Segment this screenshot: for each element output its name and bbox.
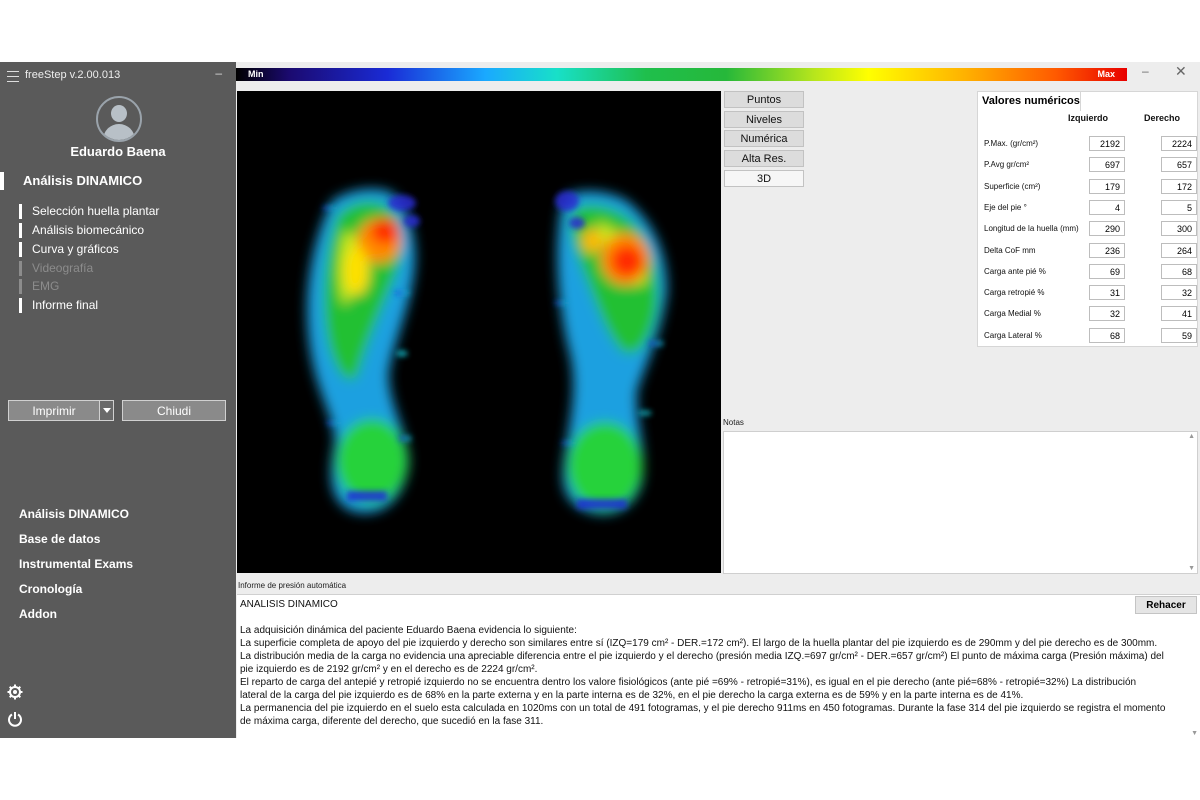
value-left-field[interactable]: 69 [1089,264,1125,279]
report-line: ANALISIS DINAMICO [240,599,338,610]
numeric-values-panel: Valores numéricos Izquierdo Derecho P.Ma… [977,91,1198,347]
app-window: freeStep v.2.00.013 – Eduardo Baena Anál… [0,62,1200,738]
value-row-label: Longitud de la huella (mm) [984,224,1079,233]
value-left-field[interactable]: 236 [1089,243,1125,258]
value-row-label: Delta CoF mm [984,246,1036,255]
notes-textarea[interactable]: ▲ ▼ [723,431,1198,574]
value-right-field[interactable]: 300 [1161,221,1197,236]
power-icon[interactable] [7,711,23,727]
value-row-label: Eje del pie ° [984,203,1027,212]
window-close-button[interactable]: ✕ [1175,63,1187,80]
value-left-field[interactable]: 4 [1089,200,1125,215]
nav-analisis-dinamico[interactable]: Análisis DINAMICO [19,507,129,521]
sidebar-item-analisis-biomecanico[interactable]: Análisis biomecánico [19,223,219,238]
sidebar-item-informe-final[interactable]: Informe final [19,298,219,313]
value-row-label: Carga ante pié % [984,267,1046,276]
left-foot-pressure-map [307,189,420,513]
report-line: El reparto de carga del antepié y retrop… [240,677,1137,688]
value-right-field[interactable]: 172 [1161,179,1197,194]
value-right-field[interactable]: 68 [1161,264,1197,279]
report-scroll-down-icon[interactable]: ▼ [1191,730,1198,737]
value-row-label: Superficie (cm²) [984,182,1041,191]
report-line: pie izquierdo es de 2192 gr/cm² y en el … [240,664,538,675]
sidebar: freeStep v.2.00.013 – Eduardo Baena Anál… [0,62,236,738]
value-right-field[interactable]: 5 [1161,200,1197,215]
value-row-label: P.Max. (gr/cm²) [984,139,1039,148]
sidebar-section-title[interactable]: Análisis DINAMICO [0,172,220,190]
view-button-niveles[interactable]: Niveles [724,111,804,128]
value-left-field[interactable]: 68 [1089,328,1125,343]
notes-scroll-up-icon[interactable]: ▲ [1188,433,1195,440]
color-scale-max-label: Max [1097,69,1115,79]
view-button-puntos[interactable]: Puntos [724,91,804,108]
app-title: freeStep v.2.00.013 [25,69,121,81]
value-row-label: Carga Lateral % [984,331,1042,340]
notes-scroll-down-icon[interactable]: ▼ [1188,565,1195,572]
report-line: lateral de la carga del pie izquierdo es… [240,690,1024,701]
value-row-label: Carga retropié % [984,288,1045,297]
menu-icon[interactable] [7,71,19,82]
nav-base-de-datos[interactable]: Base de datos [19,532,100,546]
print-button[interactable]: Imprimir [8,400,100,421]
report-line: La superficie completa de apoyo del pie … [240,638,1158,649]
user-name: Eduardo Baena [70,144,166,159]
notes-label: Notas [723,418,744,427]
sidebar-header: freeStep v.2.00.013 – [0,62,236,88]
value-left-field[interactable]: 697 [1089,157,1125,172]
column-header-right: Derecho [1144,113,1181,123]
view-button-alta-res[interactable]: Alta Res. [724,150,804,167]
window-minimize-button[interactable]: – [1142,64,1149,78]
gear-icon[interactable] [7,684,23,700]
column-header-left: Izquierdo [1068,113,1108,123]
value-left-field[interactable]: 179 [1089,179,1125,194]
redo-button[interactable]: Rehacer [1135,596,1197,614]
nav-instrumental-exams[interactable]: Instrumental Exams [19,557,133,571]
view-button-numerica[interactable]: Numérica [724,130,804,147]
report-line: La distribución media de la carga no evi… [240,651,1164,662]
tab-valores-numericos[interactable]: Valores numéricos [978,92,1081,111]
sidebar-item-videografia: Videografía [19,261,219,276]
report-line: La permanencia del pie izquierdo en el s… [240,703,1166,714]
value-right-field[interactable]: 657 [1161,157,1197,172]
foot-pressure-3d-view[interactable] [237,91,721,573]
right-foot-pressure-map [555,191,667,514]
sidebar-item-emg: EMG [19,279,219,294]
value-right-field[interactable]: 41 [1161,306,1197,321]
avatar-icon [96,96,142,142]
pressure-color-scale: Min Max [236,68,1127,81]
nav-addon[interactable]: Addon [19,607,57,621]
close-button[interactable]: Chiudi [122,400,226,421]
value-left-field[interactable]: 2192 [1089,136,1125,151]
value-right-field[interactable]: 59 [1161,328,1197,343]
value-left-field[interactable]: 31 [1089,285,1125,300]
view-button-3d[interactable]: 3D [724,170,804,187]
value-left-field[interactable]: 290 [1089,221,1125,236]
report-line: de máxima carga, diferente del derecho, … [240,716,544,727]
print-dropdown-button[interactable] [99,400,114,421]
sidebar-item-seleccion-huella[interactable]: Selección huella plantar [19,204,219,219]
value-right-field[interactable]: 2224 [1161,136,1197,151]
report-textarea[interactable]: ANALISIS DINAMICO La adquisición dinámica… [237,594,1200,738]
report-line: La adquisición dinámica del paciente Edu… [240,625,577,636]
value-left-field[interactable]: 32 [1089,306,1125,321]
value-right-field[interactable]: 32 [1161,285,1197,300]
sidebar-minimize-button[interactable]: – [215,66,222,80]
color-scale-min-label: Min [248,69,264,79]
nav-cronologia[interactable]: Cronología [19,582,82,596]
value-row-label: P.Avg gr/cm² [984,160,1030,169]
sidebar-item-curva-graficos[interactable]: Curva y gráficos [19,242,219,257]
value-right-field[interactable]: 264 [1161,243,1197,258]
report-label: Informe de presión automática [238,581,347,590]
value-row-label: Carga Medial % [984,309,1041,318]
